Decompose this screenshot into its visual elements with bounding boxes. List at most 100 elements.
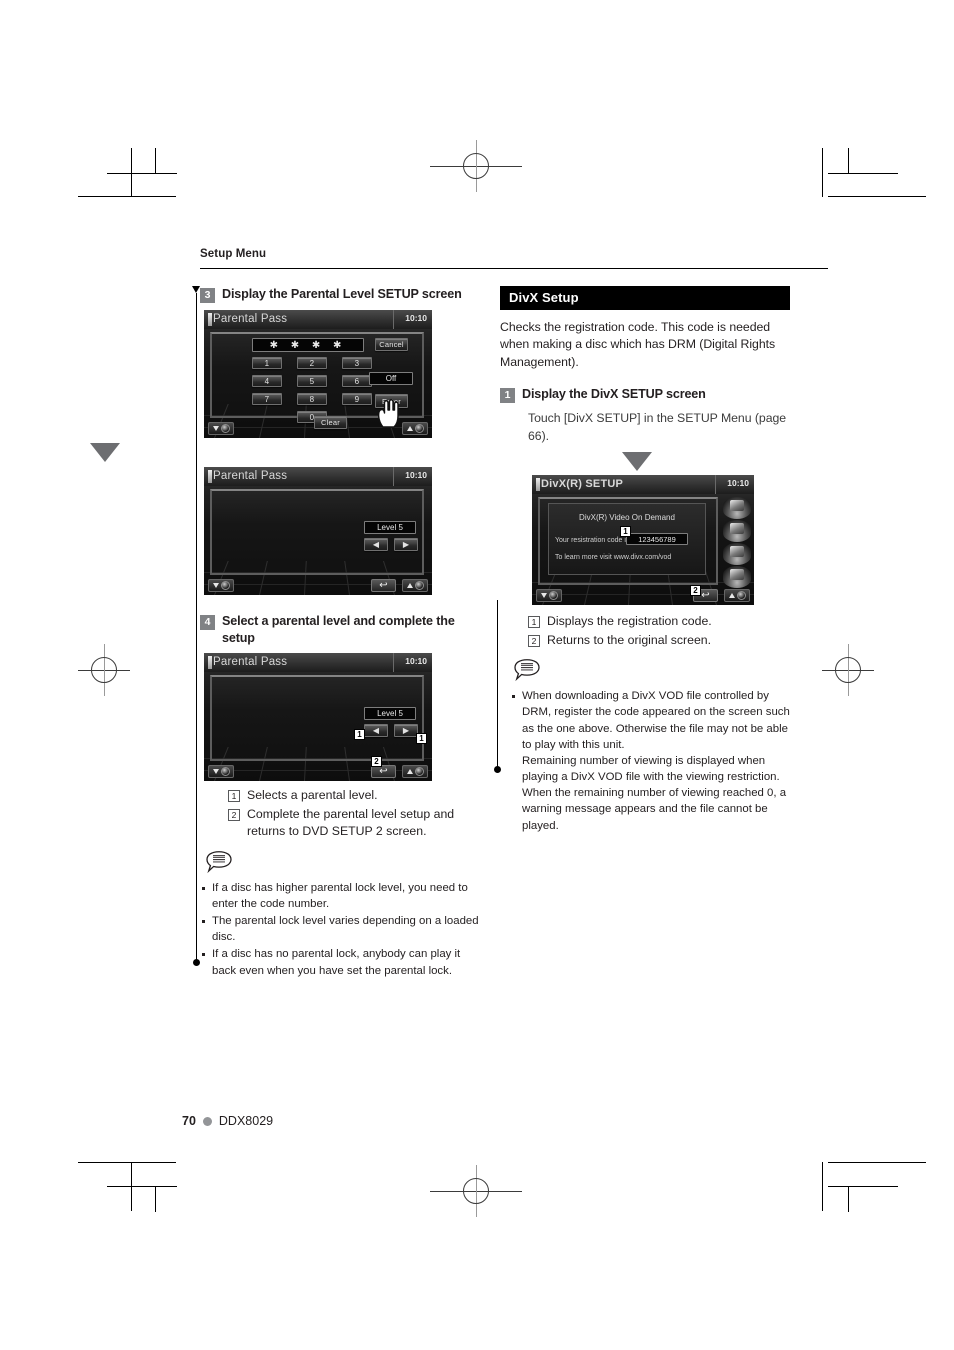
knob-icon — [220, 424, 230, 433]
note-item: If a disc has higher parental lock level… — [200, 880, 484, 912]
screenshot-parental-level-callouts: Parental Pass 10:10 Level 5 ◀ ▶ 1 1 2 ↩ — [204, 653, 432, 782]
triangle-up-icon — [728, 593, 735, 599]
parental-level-value: Level 5 — [364, 521, 416, 534]
callout-marker-1-code: 1 — [620, 526, 631, 538]
footer-dot-icon — [202, 1116, 212, 1126]
volume-up-control[interactable] — [724, 589, 750, 603]
triangle-up-icon — [406, 583, 413, 588]
screenshot-divx-setup: DivX(R) SETUP 10:10 DivX(R) Video On Dem… — [532, 475, 754, 606]
triangle-down-icon — [212, 769, 219, 775]
note-item: When downloading a DivX VOD file control… — [510, 688, 790, 834]
model-name: DDX8029 — [218, 1114, 274, 1128]
callout-text: Complete the parental level setup and re… — [247, 806, 455, 839]
screen-title: Parental Pass — [213, 313, 288, 325]
knob-icon — [414, 767, 424, 777]
step-3-badge: 3 — [200, 288, 215, 303]
volume-down-control[interactable] — [208, 765, 234, 779]
keypad-key-8[interactable]: 8 — [297, 393, 327, 405]
clock-divider — [393, 653, 394, 673]
cancel-button[interactable]: Cancel — [375, 338, 408, 351]
source-icon-2[interactable] — [723, 520, 751, 543]
level-prev-button[interactable]: ◀ — [364, 724, 388, 738]
divx-info-panel: DivX(R) Video On Demand Your resistratio… — [548, 503, 706, 576]
keypad-key-2[interactable]: 2 — [297, 357, 327, 369]
clock-divider — [715, 475, 716, 495]
source-icon-rail — [722, 495, 752, 589]
clear-button[interactable]: Clear — [314, 416, 347, 429]
knob-icon — [414, 424, 424, 433]
right-tether-line — [497, 600, 499, 770]
parental-level-value: Off — [369, 372, 413, 385]
flow-arrow-down-icon — [622, 452, 652, 472]
header-rule — [200, 268, 828, 270]
registration-mark-right — [822, 644, 874, 696]
divx-url-line: To learn more visit www.divx.com/vod — [555, 554, 672, 562]
knob-icon — [548, 591, 558, 601]
knob-icon — [220, 581, 230, 590]
screen-clock: 10:10 — [405, 470, 427, 480]
triangle-down-icon — [212, 583, 219, 588]
keypad-key-7[interactable]: 7 — [252, 393, 282, 405]
knob-icon — [414, 581, 424, 590]
volume-up-control[interactable] — [402, 765, 428, 779]
left-tether-arrow — [192, 286, 200, 293]
keypad-key-3[interactable]: 3 — [342, 357, 372, 369]
note-bubble-icon — [514, 659, 540, 682]
source-icon-4[interactable] — [723, 566, 751, 589]
callout-marker-2-return: 2 — [371, 756, 382, 768]
note-item: If a disc has no parental lock, anybody … — [200, 946, 484, 978]
registration-mark-top — [430, 140, 522, 192]
volume-down-control[interactable] — [536, 589, 562, 603]
level-prev-button[interactable]: ◀ — [364, 538, 388, 551]
keypad-key-9[interactable]: 9 — [342, 393, 372, 405]
list-item: 2 Returns to the original screen. — [528, 632, 790, 649]
callout-number: 1 — [528, 616, 540, 629]
divx-intro-text: Checks the registration code. This code … — [500, 320, 776, 369]
callout-marker-2-return: 2 — [690, 585, 701, 597]
left-callout-list: 1 Selects a parental level. 2 Complete t… — [228, 787, 484, 840]
clock-divider — [393, 467, 394, 486]
manual-page: Setup Menu 3 Display the Parental Level … — [0, 0, 954, 1350]
volume-down-control[interactable] — [208, 579, 234, 592]
volume-down-control[interactable] — [208, 422, 234, 435]
screen-title: Parental Pass — [213, 656, 288, 669]
left-notes-list: If a disc has higher parental lock level… — [200, 880, 484, 979]
divx-registration-code: 123456789 — [626, 533, 688, 546]
callout-number: 1 — [228, 790, 240, 803]
screenshot-parental-keypad: Parental Pass 10:10 ✱ ✱ ✱ ✱ Cancel 1 2 3… — [204, 310, 432, 438]
knob-icon — [220, 767, 230, 777]
keypad-key-1[interactable]: 1 — [252, 357, 282, 369]
volume-up-control[interactable] — [402, 579, 428, 592]
level-next-button[interactable]: ▶ — [394, 538, 418, 551]
step-4-heading: 4 Select a parental level and complete t… — [200, 613, 484, 646]
return-button[interactable]: ↩ — [371, 579, 396, 592]
step-1-heading: 1 Display the DivX SETUP screen — [500, 386, 790, 404]
knob-icon — [736, 591, 746, 601]
right-column: DivX Setup Checks the registration code.… — [500, 286, 790, 835]
step-3-heading: 3 Display the Parental Level SETUP scree… — [200, 286, 484, 303]
step-1-body: Touch [DivX SETUP] in the SETUP Menu (pa… — [528, 411, 787, 443]
callout-number: 2 — [528, 634, 540, 647]
keypad-key-4[interactable]: 4 — [252, 375, 282, 387]
screen-title-tab-icon — [208, 470, 212, 483]
volume-up-control[interactable] — [402, 422, 428, 435]
left-column: 3 Display the Parental Level SETUP scree… — [90, 286, 484, 980]
list-item: 1 Displays the registration code. — [528, 613, 790, 630]
left-tether-dot — [193, 959, 200, 966]
left-tether-line — [196, 293, 198, 963]
keypad-key-5[interactable]: 5 — [297, 375, 327, 387]
keypad-key-6[interactable]: 6 — [342, 375, 372, 387]
touch-finger-icon — [377, 399, 399, 428]
step-4-title: Select a parental level and complete the… — [222, 614, 455, 645]
screen-clock: 10:10 — [727, 478, 749, 489]
screenshot-parental-level: Parental Pass 10:10 Level 5 ◀ ▶ ↩ — [204, 467, 432, 595]
registration-mark-left — [78, 644, 130, 696]
level-next-button[interactable]: ▶ — [394, 724, 418, 738]
source-icon-1[interactable] — [723, 497, 751, 520]
source-icon-3[interactable] — [723, 543, 751, 566]
divx-panel-heading: DivX(R) Video On Demand — [579, 513, 675, 523]
note-bubble-icon — [206, 850, 232, 873]
screen-title-tab-icon — [208, 656, 212, 670]
triangle-up-icon — [406, 769, 413, 775]
callout-text: Returns to the original screen. — [547, 632, 712, 647]
